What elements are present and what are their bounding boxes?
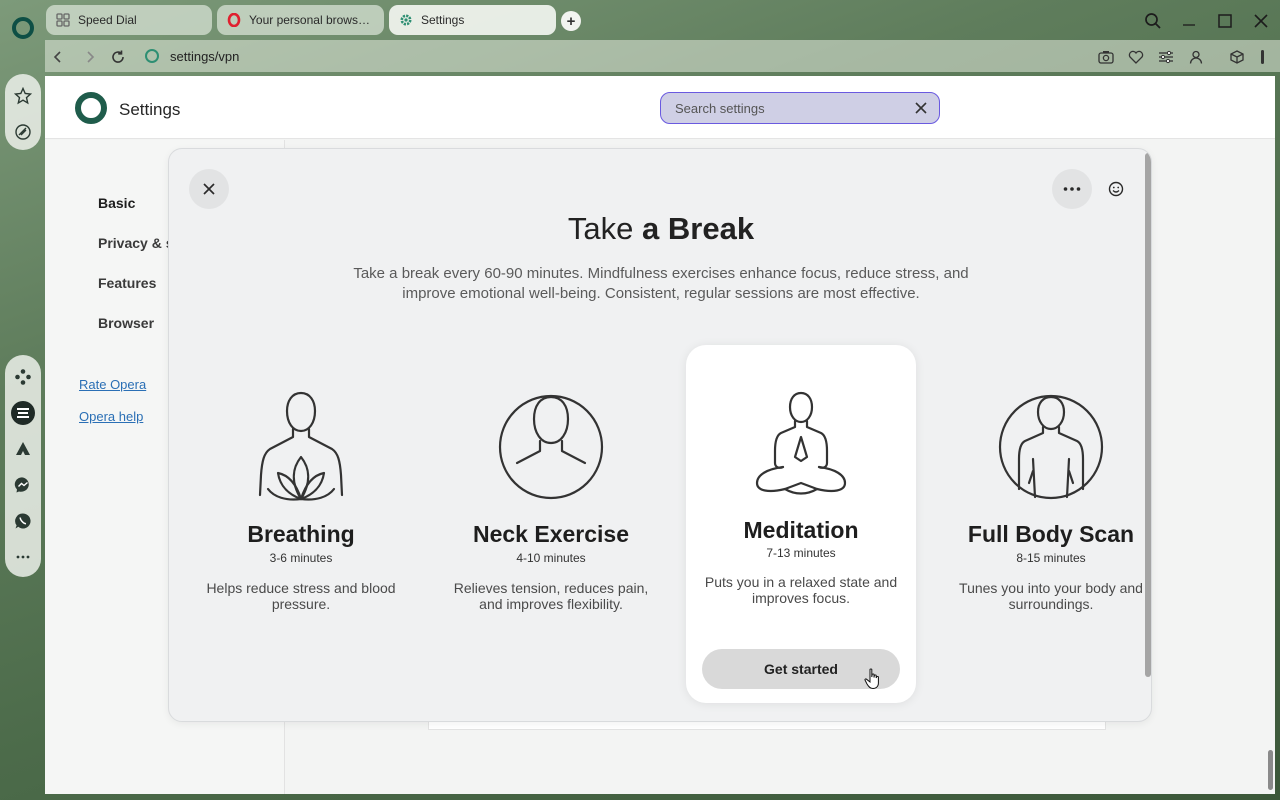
- bookmarks-star-icon[interactable]: [11, 84, 35, 108]
- player-icon[interactable]: [11, 401, 35, 425]
- exercise-name: Breathing: [247, 521, 355, 547]
- profile-icon[interactable]: [1186, 47, 1206, 67]
- tab-title: Speed Dial: [78, 13, 137, 27]
- exercise-name: Full Body Scan: [967, 521, 1135, 547]
- dialog-title-bold: a Break: [642, 211, 755, 246]
- exercise-name: Neck Exercise: [472, 521, 629, 547]
- extensions-cube-icon[interactable]: [1227, 47, 1247, 67]
- workspaces-icon[interactable]: [11, 365, 35, 389]
- exercise-description: Tunes you into your body and surrounding…: [959, 580, 1143, 612]
- page-title: Settings: [119, 100, 181, 119]
- nav-item-basic[interactable]: Basic: [98, 195, 135, 211]
- sidebar-toggle-icon[interactable]: [1253, 47, 1273, 67]
- page-scrollbar[interactable]: [1268, 750, 1273, 790]
- new-tab-button[interactable]: +: [561, 11, 581, 31]
- sidebar-top-group: [5, 74, 41, 150]
- meditating-person-icon: [755, 391, 847, 495]
- nav-item-browser[interactable]: Browser: [98, 315, 154, 331]
- easy-setup-icon[interactable]: [1156, 47, 1176, 67]
- dialog-title-light: Take: [567, 211, 634, 246]
- tab-opera-page[interactable]: Your personal browser is: [217, 5, 384, 35]
- tab-settings[interactable]: Settings: [389, 5, 556, 35]
- sidebar-apps-group: [5, 355, 41, 577]
- exercise-description: Puts you in a relaxed state and improves…: [704, 574, 898, 606]
- messenger-icon[interactable]: [11, 473, 35, 497]
- clear-search-icon[interactable]: [913, 100, 929, 116]
- tab-title: Your personal browser is: [249, 13, 374, 27]
- dialog-subtitle: Take a break every 60-90 minutes. Mindfu…: [353, 265, 969, 302]
- whatsapp-icon[interactable]: [11, 509, 35, 533]
- more-dots-icon: [1063, 187, 1081, 191]
- person-circle-icon: [498, 394, 604, 500]
- camera-icon[interactable]: [1096, 47, 1116, 67]
- exercise-duration: 4-10 minutes: [516, 551, 586, 565]
- grid-icon: [56, 13, 70, 27]
- heart-icon[interactable]: [1126, 47, 1146, 67]
- dialog-scrollbar[interactable]: [1145, 153, 1151, 677]
- url-field[interactable]: settings/vpn: [170, 49, 239, 64]
- tab-title: Settings: [421, 13, 465, 27]
- close-icon: [203, 183, 215, 195]
- exercise-card-neck[interactable]: Neck Exercise 4-10 minutes Relieves tens…: [436, 345, 666, 703]
- close-window-icon[interactable]: [1248, 8, 1274, 34]
- exercise-description: Relieves tension, reduces pain, and impr…: [453, 580, 649, 612]
- tab-speed-dial[interactable]: Speed Dial: [46, 5, 212, 35]
- nav-item-privacy[interactable]: Privacy & s: [98, 235, 174, 251]
- body-scan-icon: [998, 394, 1104, 500]
- exercise-description: Helps reduce stress and blood pressure.: [206, 580, 396, 612]
- forward-icon[interactable]: [79, 46, 101, 68]
- hand-cursor-icon: [864, 668, 879, 690]
- exercise-duration: 7-13 minutes: [766, 546, 836, 560]
- gear-icon: [399, 13, 413, 27]
- rate-opera-link[interactable]: Rate Opera: [79, 377, 146, 392]
- exercise-card-body-scan[interactable]: Full Body Scan 8-15 minutes Tunes you in…: [936, 345, 1151, 703]
- reload-icon[interactable]: [107, 46, 129, 68]
- opera-logo: [75, 92, 107, 124]
- search-input[interactable]: [675, 99, 895, 117]
- opera-menu-icon[interactable]: [12, 17, 34, 39]
- minimize-icon[interactable]: [1176, 8, 1202, 34]
- more-sidebar-icon[interactable]: [11, 545, 35, 569]
- nav-item-features[interactable]: Features: [98, 275, 156, 291]
- opera-url-icon: [145, 49, 159, 63]
- close-dialog-button[interactable]: [189, 169, 229, 209]
- exercise-duration: 3-6 minutes: [269, 551, 333, 565]
- tidal-icon[interactable]: [11, 437, 35, 461]
- settings-header: Settings: [45, 76, 1275, 139]
- exercise-name: Meditation: [743, 517, 859, 543]
- exercise-duration: 8-15 minutes: [1016, 551, 1086, 565]
- aria-icon[interactable]: [11, 120, 35, 144]
- more-options-button[interactable]: [1052, 169, 1092, 209]
- opera-help-link[interactable]: Opera help: [79, 409, 143, 424]
- mood-smiley-icon[interactable]: [1105, 178, 1127, 200]
- dialog-title: Take a Break: [169, 211, 1151, 247]
- lotus-person-icon: [258, 391, 344, 501]
- address-bar: settings/vpn: [45, 40, 1280, 72]
- exercise-card-breathing[interactable]: Breathing 3-6 minutes Helps reduce stres…: [186, 345, 416, 703]
- maximize-icon[interactable]: [1212, 8, 1238, 34]
- take-a-break-dialog: Take a Break Take a break every 60-90 mi…: [168, 148, 1152, 722]
- exercise-card-meditation[interactable]: Meditation 7-13 minutes Puts you in a re…: [686, 345, 916, 703]
- back-icon[interactable]: [47, 46, 69, 68]
- search-settings-box[interactable]: [660, 92, 940, 124]
- search-tabs-icon[interactable]: [1140, 8, 1166, 34]
- tab-strip: Speed Dial Your personal browser is Sett…: [0, 0, 1280, 40]
- opera-icon: [227, 13, 241, 27]
